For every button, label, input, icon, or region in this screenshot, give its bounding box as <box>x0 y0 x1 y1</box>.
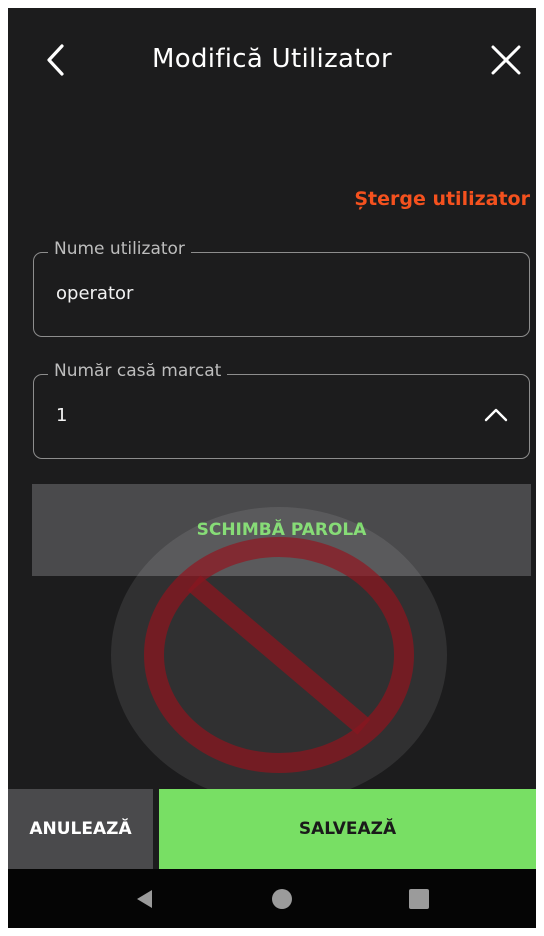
square-recents-icon <box>409 889 429 909</box>
delete-user-link[interactable]: Șterge utilizator <box>354 188 530 210</box>
action-bar: ANULEAZĂ SALVEAZĂ <box>8 789 536 869</box>
triangle-back-icon <box>137 890 152 908</box>
close-button[interactable] <box>486 40 526 80</box>
nav-home-button[interactable] <box>270 887 294 911</box>
cancel-button[interactable]: ANULEAZĂ <box>8 789 153 869</box>
nav-back-button[interactable] <box>132 887 156 911</box>
register-number-label: Număr casă marcat <box>48 361 228 381</box>
username-label: Nume utilizator <box>48 239 191 259</box>
chevron-up-icon[interactable] <box>483 405 509 425</box>
username-field[interactable]: Nume utilizator operator <box>33 239 530 337</box>
header: Modifică Utilizator <box>8 8 536 108</box>
register-number-value: 1 <box>56 405 68 426</box>
save-button[interactable]: SALVEAZĂ <box>159 789 536 869</box>
circle-home-icon <box>272 889 292 909</box>
nav-recents-button[interactable] <box>407 887 431 911</box>
page-title: Modifică Utilizator <box>152 44 392 74</box>
system-navigation-bar <box>8 869 536 928</box>
close-icon <box>491 45 521 75</box>
register-number-select[interactable]: Număr casă marcat 1 <box>33 361 530 459</box>
change-password-button[interactable]: SCHIMBĂ PAROLA <box>32 484 531 576</box>
screen: Modifică Utilizator Șterge utilizator Nu… <box>8 8 536 928</box>
username-value[interactable]: operator <box>56 283 133 304</box>
